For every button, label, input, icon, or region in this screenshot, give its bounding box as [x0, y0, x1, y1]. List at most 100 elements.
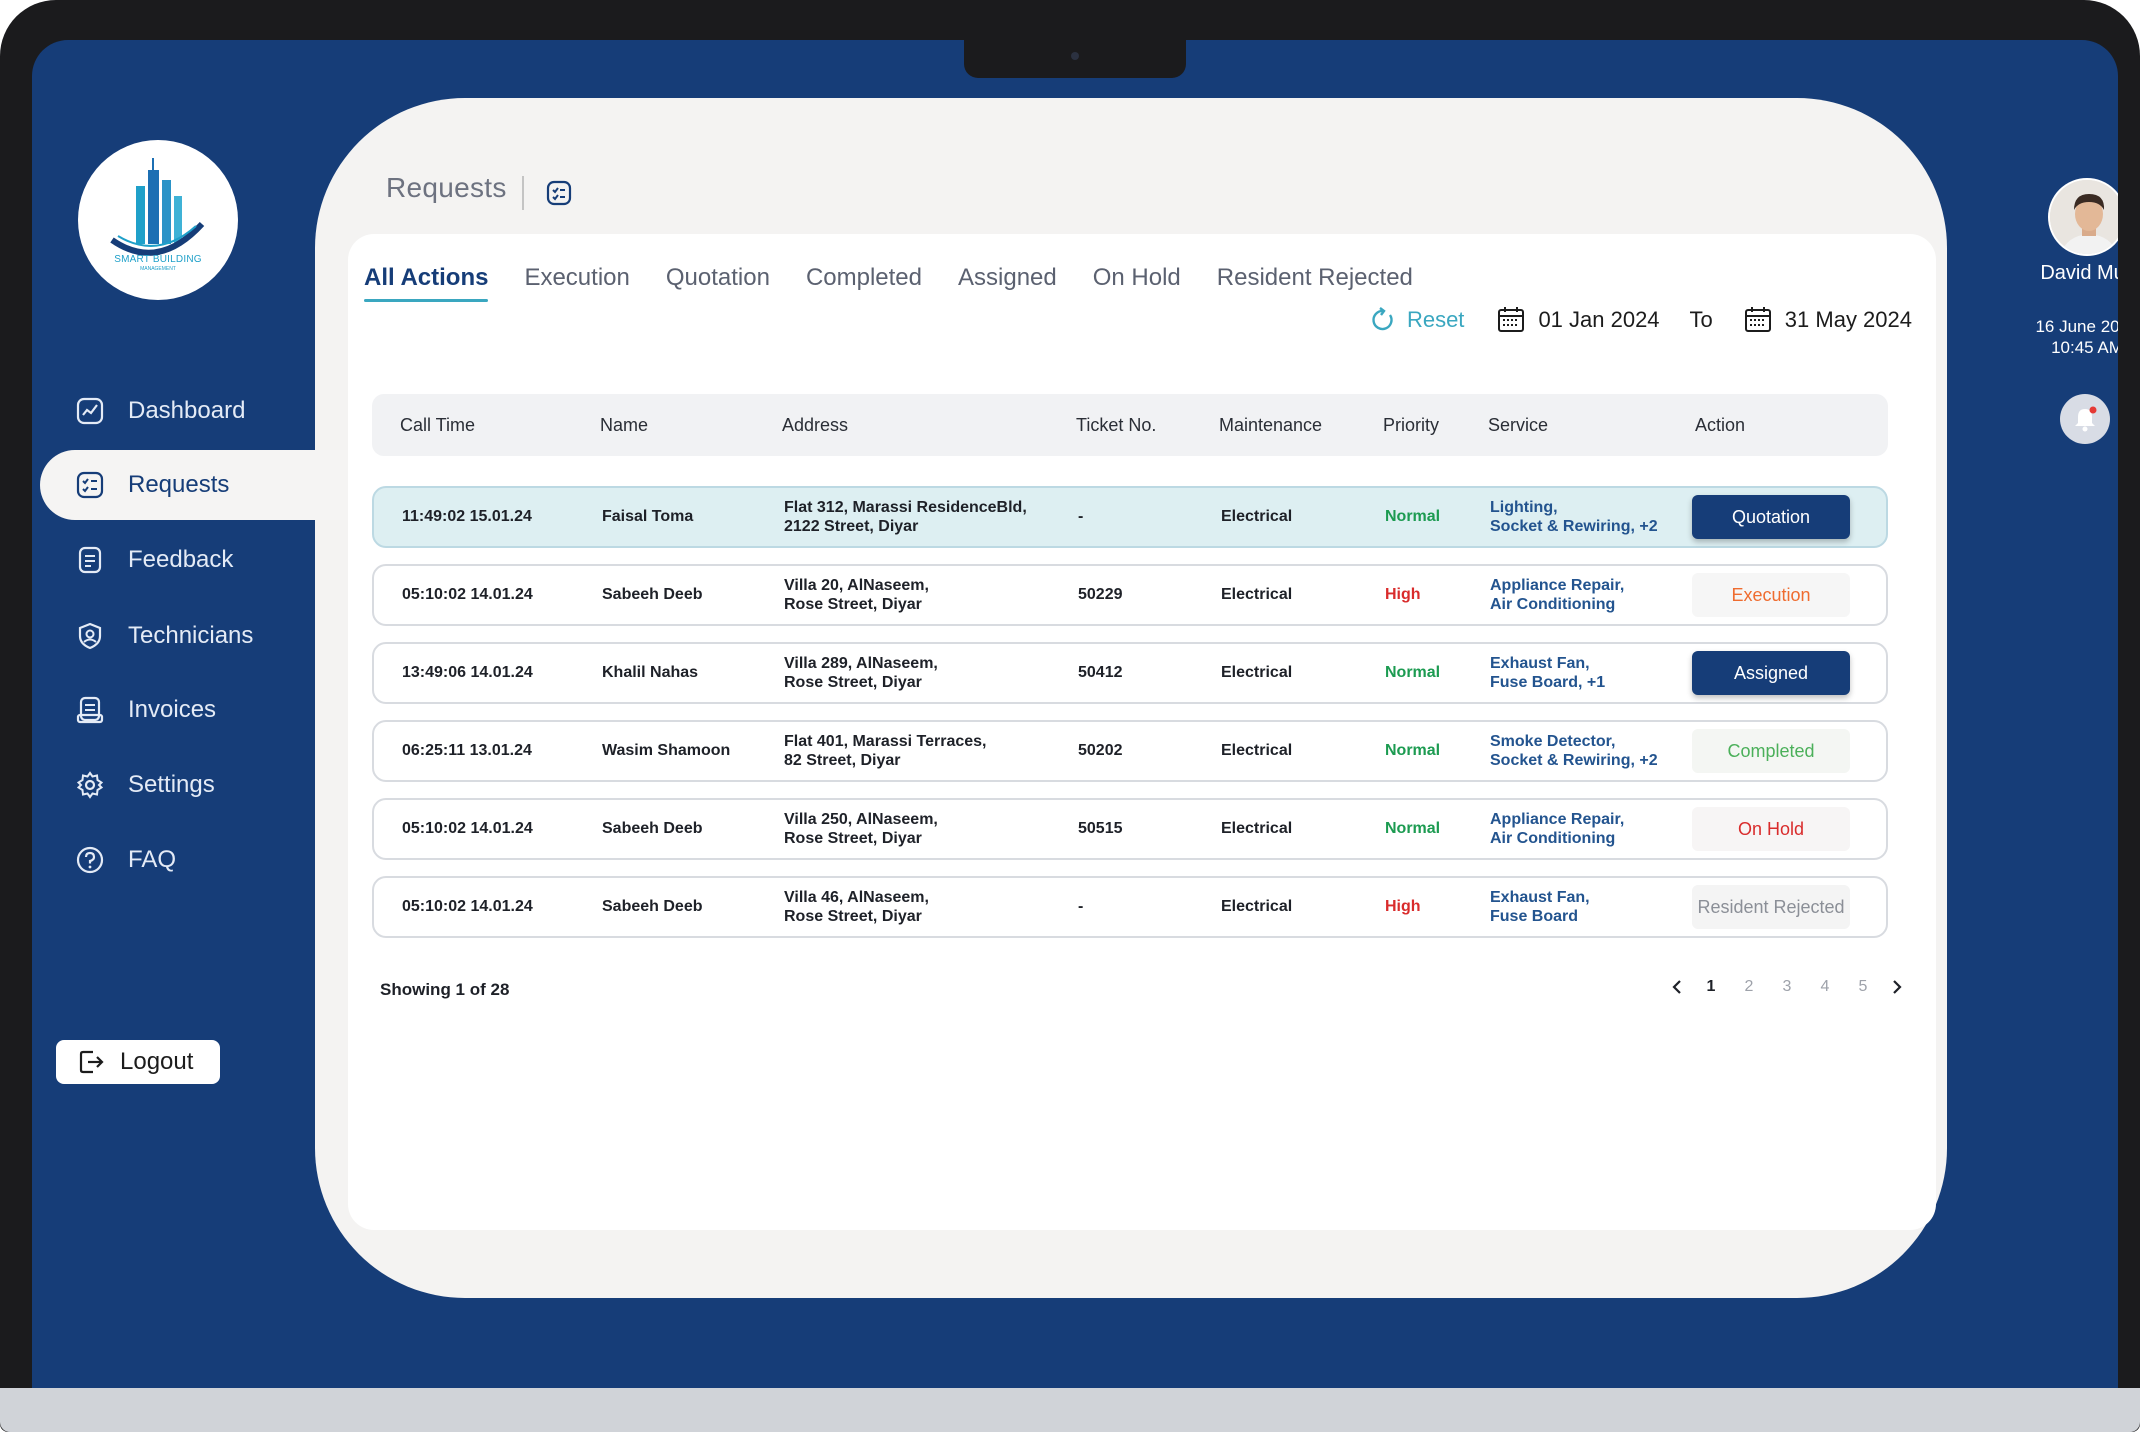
tab-quotation[interactable]: Quotation [666, 264, 770, 302]
tab-completed[interactable]: Completed [806, 264, 922, 302]
sidebar-item-label: Technicians [128, 622, 254, 649]
tab-all-actions[interactable]: All Actions [364, 264, 489, 302]
chevron-left-icon[interactable] [1662, 972, 1692, 1002]
sidebar-item-faq[interactable]: FAQ [54, 826, 354, 894]
table-header: Call Time Name Address Ticket No. Mainte… [372, 394, 1888, 456]
sidebar-item-dashboard[interactable]: Dashboard [54, 377, 354, 445]
service-line-1: Exhaust Fan, [1490, 655, 1590, 672]
chevron-right-icon[interactable] [1882, 972, 1912, 1002]
page-3[interactable]: 3 [1768, 978, 1806, 996]
column-header-service[interactable]: Service [1488, 394, 1548, 456]
address-line-1: Villa 289, AlNaseem, [784, 655, 938, 672]
date-to-picker[interactable]: 31 May 2024 [1743, 304, 1912, 336]
service: Exhaust Fan, Fuse Board [1490, 878, 1590, 936]
resident-name: Wasim Shamoon [602, 742, 731, 759]
service-line-1: Smoke Detector, [1490, 733, 1616, 750]
completed-button[interactable]: Completed [1692, 729, 1850, 773]
checklist-icon [74, 469, 106, 501]
resident-name: Sabeeh Deeb [602, 820, 703, 837]
execution-button[interactable]: Execution [1692, 573, 1850, 617]
current-time: 10:45 AM [2051, 338, 2118, 357]
table-row[interactable]: 05:10:02 14.01.24 Sabeeh Deeb Villa 20, … [372, 564, 1888, 626]
address: Flat 312, Marassi ResidenceBld, 2122 Stre… [784, 488, 1027, 546]
service-line-1: Appliance Repair, [1490, 577, 1625, 594]
ticket-number: 50229 [1078, 586, 1123, 603]
receipt-icon [74, 694, 106, 726]
on-hold-button[interactable]: On Hold [1692, 807, 1850, 851]
service: Smoke Detector, Socket & Rewiring, +2 [1490, 722, 1658, 780]
sidebar-item-label: Settings [128, 771, 215, 798]
sidebar-item-label: Invoices [128, 696, 217, 723]
page-2[interactable]: 2 [1730, 978, 1768, 996]
date-to-value: 31 May 2024 [1784, 307, 1912, 332]
maintenance-type: Electrical [1221, 508, 1293, 525]
requests-card: All Actions Execution Quotation Complete… [348, 234, 1936, 1230]
ticket-number: - [1078, 508, 1084, 525]
sidebar-item-invoices[interactable]: Invoices [54, 676, 354, 744]
sidebar-item-feedback[interactable]: Feedback [54, 526, 354, 594]
column-header-call-time[interactable]: Call Time [400, 394, 475, 456]
quotation-button[interactable]: Quotation [1692, 495, 1850, 539]
table-row[interactable]: 13:49:06 14.01.24 Khalil Nahas Villa 289… [372, 642, 1888, 704]
column-header-name[interactable]: Name [600, 394, 648, 456]
address: Flat 401, Marassi Terraces, 82 Street, Di… [784, 722, 987, 780]
app-screen: SMART BUILDING MANAGEMENT Dashboard Requ… [32, 40, 2118, 1388]
ticket-number: - [1078, 898, 1084, 915]
address-line-2: Rose Street, Diyar [784, 596, 922, 613]
address-line-1: Flat 312, Marassi ResidenceBld, [784, 499, 1027, 516]
tab-execution[interactable]: Execution [524, 264, 629, 302]
sidebar-item-technicians[interactable]: Technicians [54, 602, 354, 670]
column-header-action[interactable]: Action [1695, 394, 1745, 456]
notifications-button[interactable] [2060, 394, 2110, 444]
address-line-1: Villa 20, AlNaseem, [784, 577, 929, 594]
reset-button[interactable]: Reset [1369, 306, 1464, 334]
assigned-button[interactable]: Assigned [1692, 651, 1850, 695]
address-line-1: Flat 401, Marassi Terraces, [784, 733, 987, 750]
column-header-address[interactable]: Address [782, 394, 848, 456]
column-header-ticket[interactable]: Ticket No. [1076, 394, 1156, 456]
page-1[interactable]: 1 [1692, 978, 1730, 996]
tab-resident-rejected[interactable]: Resident Rejected [1217, 264, 1413, 302]
refresh-icon [1369, 306, 1397, 334]
service: Appliance Repair, Air Conditioning [1490, 566, 1624, 624]
priority: Normal [1385, 508, 1441, 525]
address: Villa 289, AlNaseem, Rose Street, Diyar [784, 644, 938, 702]
table-row[interactable]: 06:25:11 13.01.24 Wasim Shamoon Flat 401… [372, 720, 1888, 782]
resident-rejected-button[interactable]: Resident Rejected [1692, 885, 1850, 929]
camera-notch [964, 40, 1186, 78]
maintenance-type: Electrical [1221, 820, 1293, 837]
address-line-1: Villa 46, AlNaseem, [784, 889, 929, 906]
laptop-base [0, 1388, 2140, 1432]
call-time: 05:10:02 14.01.24 [402, 898, 533, 915]
calendar-icon [1743, 304, 1775, 336]
shield-user-icon [74, 620, 106, 652]
sidebar-item-label: FAQ [128, 846, 177, 873]
sidebar-item-requests[interactable]: Requests [40, 450, 360, 520]
service: Appliance Repair, Air Conditioning [1490, 800, 1624, 858]
address-line-2: Rose Street, Diyar [784, 830, 922, 847]
table-row[interactable]: 11:49:02 15.01.24 Faisal Toma Flat 312, … [372, 486, 1888, 548]
sidebar-item-settings[interactable]: Settings [54, 751, 354, 819]
call-time: 13:49:06 14.01.24 [402, 664, 533, 681]
avatar[interactable] [2048, 178, 2118, 256]
camera-dot [1071, 52, 1079, 60]
column-header-maintenance[interactable]: Maintenance [1219, 394, 1322, 456]
address-line-2: 82 Street, Diyar [784, 752, 901, 769]
maintenance-type: Electrical [1221, 586, 1293, 603]
priority: Normal [1385, 742, 1441, 759]
page-5[interactable]: 5 [1844, 978, 1882, 996]
chart-icon [74, 395, 106, 427]
table-row[interactable]: 05:10:02 14.01.24 Sabeeh Deeb Villa 250,… [372, 798, 1888, 860]
logo-text: SMART BUILDING [114, 254, 202, 265]
reset-label: Reset [1406, 307, 1465, 332]
table-row[interactable]: 05:10:02 14.01.24 Sabeeh Deeb Villa 46, … [372, 876, 1888, 938]
app-logo: SMART BUILDING MANAGEMENT [78, 140, 238, 300]
maintenance-type: Electrical [1221, 742, 1293, 759]
tab-assigned[interactable]: Assigned [958, 264, 1057, 302]
date-from-picker[interactable]: 01 Jan 2024 [1496, 304, 1660, 336]
column-header-priority[interactable]: Priority [1383, 394, 1439, 456]
service-line-1: Exhaust Fan, [1490, 889, 1590, 906]
page-4[interactable]: 4 [1806, 978, 1844, 996]
logout-button[interactable]: Logout [56, 1040, 220, 1084]
tab-on-hold[interactable]: On Hold [1093, 264, 1181, 302]
